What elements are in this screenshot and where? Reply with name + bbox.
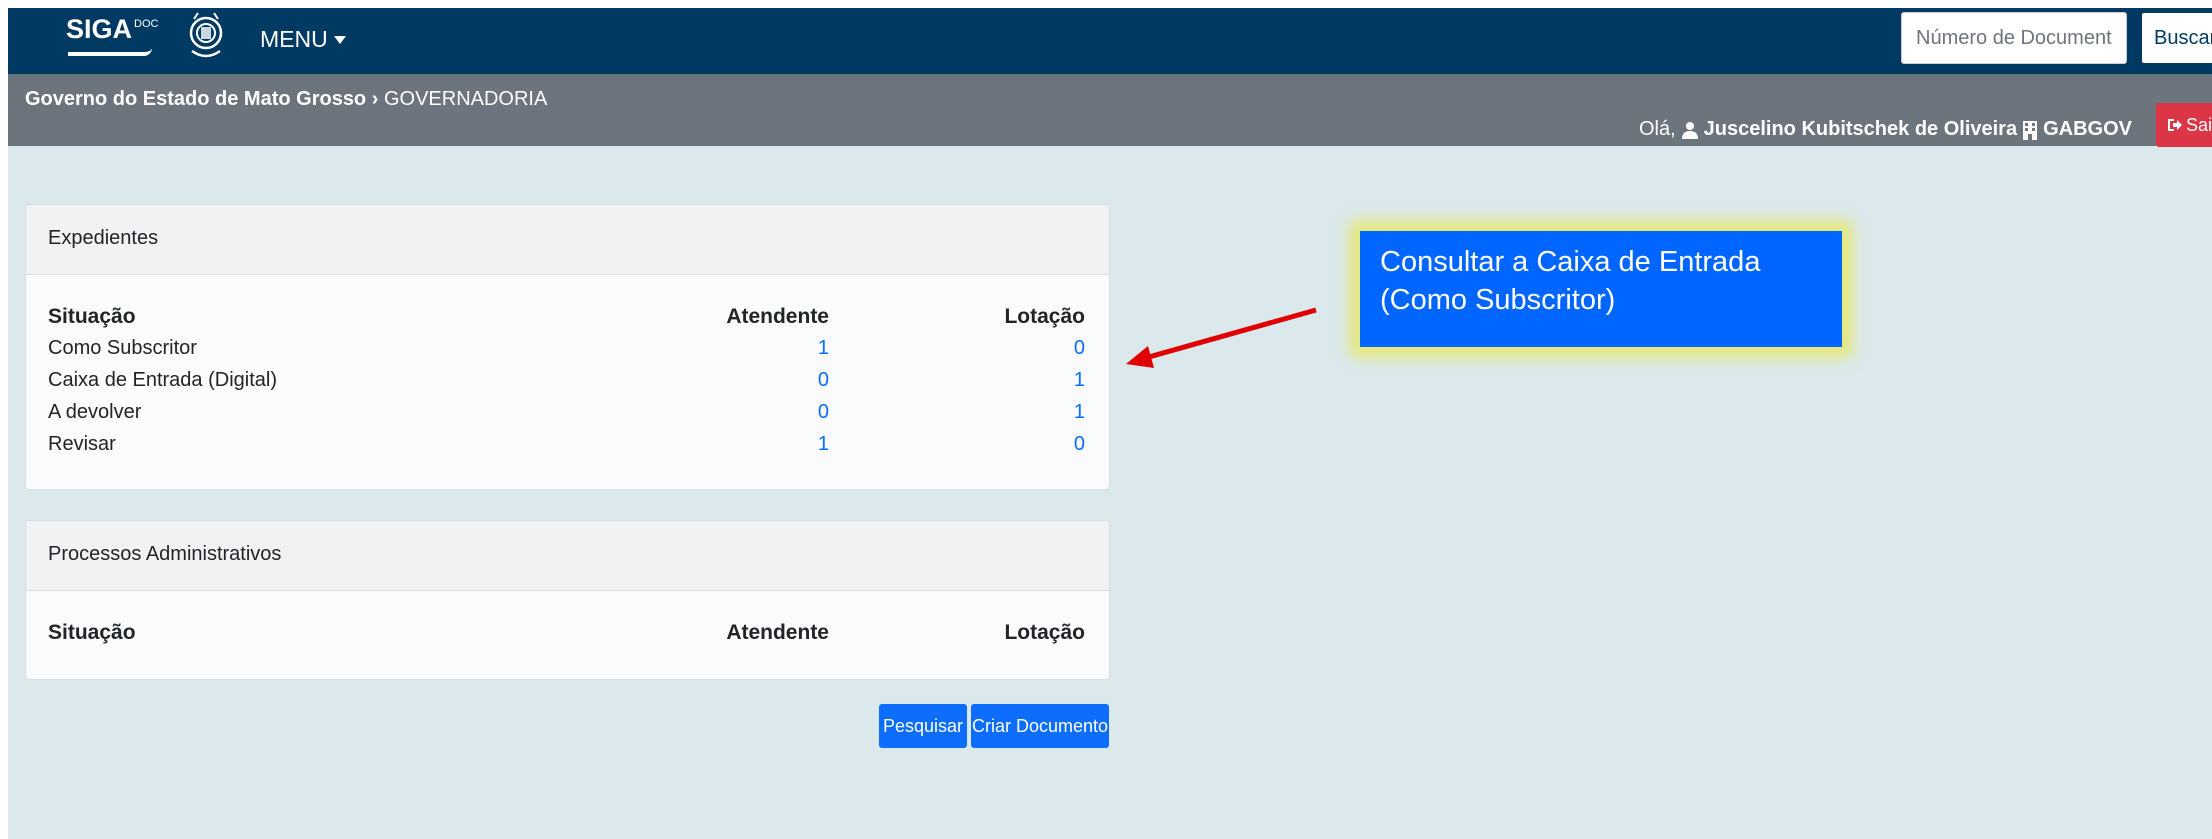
logout-label: Sair bbox=[2186, 114, 2212, 135]
unit-code: GABGOV bbox=[2043, 118, 2132, 140]
lotacao-count-link[interactable]: 0 bbox=[1074, 337, 1085, 360]
context-bar: Governo do Estado de Mato Grosso › GOVER… bbox=[8, 74, 2212, 147]
greeting: Olá, bbox=[1638, 118, 1676, 140]
expedientes-title: Expedientes bbox=[26, 205, 1109, 275]
processos-title: Processos Administrativos bbox=[26, 521, 1109, 591]
logo-text: SIGA bbox=[66, 14, 133, 44]
lotacao-count-link[interactable]: 1 bbox=[1074, 369, 1085, 392]
breadcrumb: Governo do Estado de Mato Grosso › GOVER… bbox=[25, 88, 547, 111]
create-document-button[interactable]: Criar Documento bbox=[971, 704, 1109, 748]
row-label: Como Subscritor bbox=[48, 337, 197, 359]
breadcrumb-separator: › bbox=[371, 88, 379, 110]
col-lotacao: Lotação bbox=[1004, 305, 1085, 328]
row-label: Revisar bbox=[48, 433, 116, 455]
caret-down-icon bbox=[333, 35, 346, 44]
user-info: Olá, Juscelino Kubitschek de Oliveira GA… bbox=[1639, 118, 2132, 141]
menu-label: MENU bbox=[260, 26, 328, 52]
col-atendente: Atendente bbox=[726, 621, 829, 644]
logo-superscript: DOC bbox=[134, 18, 159, 30]
building-icon bbox=[2023, 120, 2038, 140]
search-documents-button[interactable]: Pesquisar bbox=[879, 704, 967, 748]
row-label: A devolver bbox=[48, 401, 142, 423]
siga-logo[interactable]: SIGA DOC bbox=[66, 14, 158, 58]
top-navbar: SIGA DOC MENU Buscar bbox=[8, 8, 2212, 74]
main-menu-dropdown[interactable]: MENU bbox=[260, 26, 346, 53]
search-button[interactable]: Buscar bbox=[2141, 12, 2212, 64]
logout-button[interactable]: Sair bbox=[2156, 103, 2212, 147]
annotation-arrow-icon bbox=[1126, 307, 1317, 368]
annotation-line-2: (Como Subscritor) bbox=[1380, 284, 1616, 316]
user-icon bbox=[1681, 121, 1698, 139]
logo-swoosh bbox=[68, 48, 152, 56]
row-label: Caixa de Entrada (Digital) bbox=[48, 369, 277, 391]
annotation-line-1: Consultar a Caixa de Entrada bbox=[1380, 246, 1761, 278]
lotacao-count-link[interactable]: 1 bbox=[1074, 401, 1085, 424]
atendente-count-link[interactable]: 0 bbox=[818, 401, 829, 424]
col-situacao: Situação bbox=[48, 305, 136, 328]
col-atendente: Atendente bbox=[726, 305, 829, 328]
app-window: SIGA DOC MENU Buscar Governo do Estado d… bbox=[8, 8, 2212, 839]
breadcrumb-unit[interactable]: GOVERNADORIA bbox=[384, 88, 547, 110]
processos-card: Processos Administrativos Situação Atend… bbox=[25, 520, 1110, 680]
lotacao-count-link[interactable]: 0 bbox=[1074, 433, 1085, 456]
breadcrumb-org[interactable]: Governo do Estado de Mato Grosso bbox=[25, 88, 366, 110]
col-lotacao: Lotação bbox=[1004, 621, 1085, 644]
col-situacao: Situação bbox=[48, 621, 136, 644]
annotation-callout: Consultar a Caixa de Entrada (Como Subsc… bbox=[1360, 231, 1842, 347]
document-number-input[interactable] bbox=[1901, 12, 2127, 64]
atendente-count-link[interactable]: 1 bbox=[818, 337, 829, 360]
user-name: Juscelino Kubitschek de Oliveira bbox=[1703, 118, 2018, 140]
atendente-count-link[interactable]: 1 bbox=[818, 433, 829, 456]
sign-out-icon bbox=[2168, 119, 2182, 131]
expedientes-card: Expedientes Situação Atendente Lotação C… bbox=[25, 204, 1110, 490]
atendente-count-link[interactable]: 0 bbox=[818, 369, 829, 392]
state-crest-icon bbox=[189, 12, 223, 58]
